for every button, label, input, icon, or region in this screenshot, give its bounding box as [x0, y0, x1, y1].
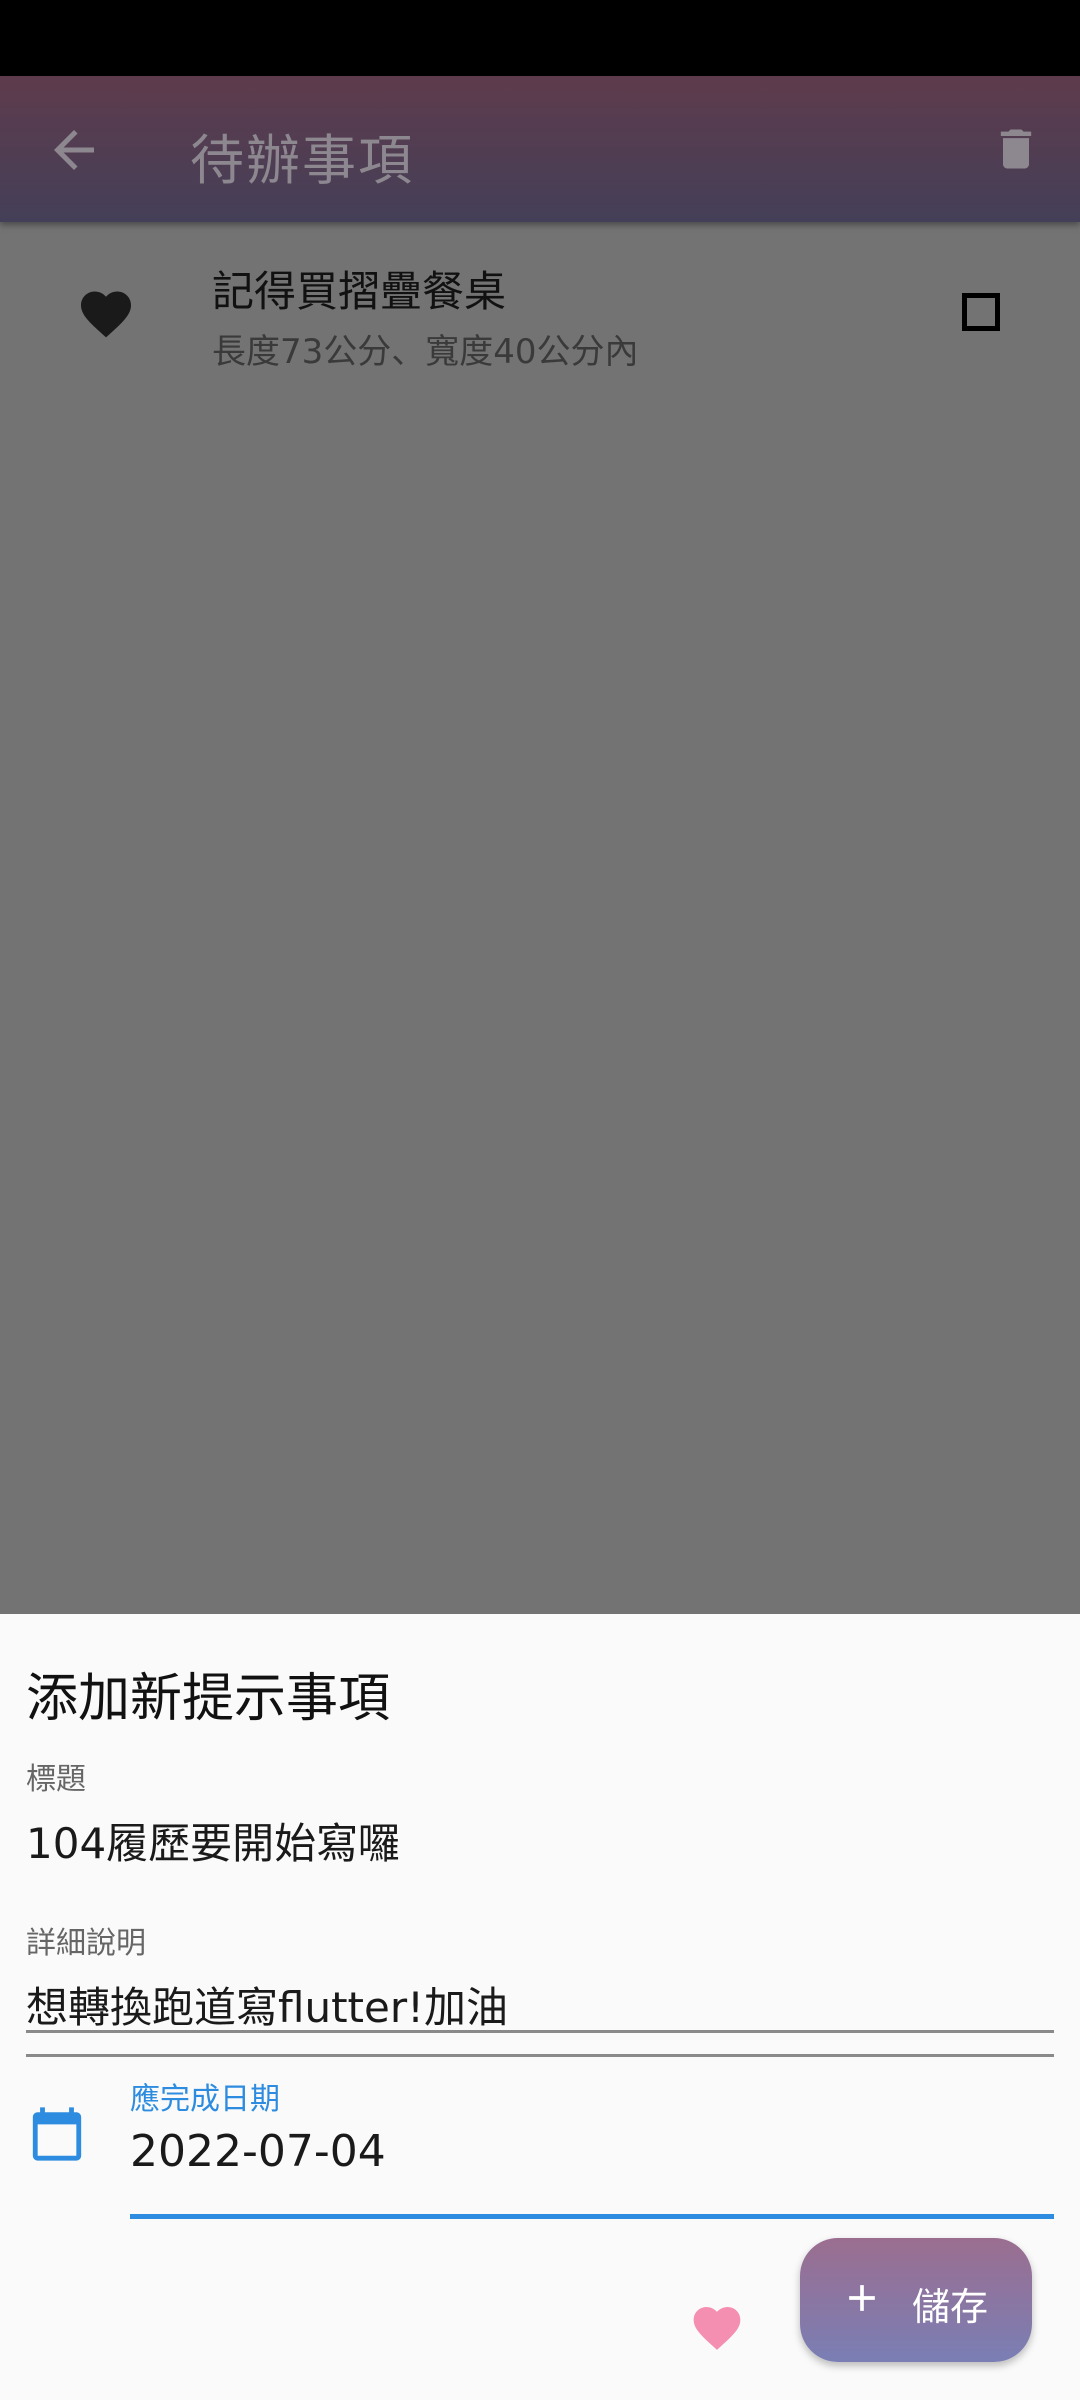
app-bar: 待辦事項 — [0, 76, 1080, 222]
due-date-underline — [130, 2214, 1054, 2219]
detail-field-underline — [26, 2054, 1054, 2057]
back-arrow-icon[interactable] — [44, 120, 104, 180]
title-field[interactable]: 標題 104履歷要開始寫囉 — [26, 1754, 1054, 2033]
detail-field-label: 詳細說明 — [26, 1926, 146, 1961]
plus-icon — [849, 2285, 875, 2311]
todo-checkbox[interactable] — [962, 293, 1000, 331]
todo-item-title: 記得買摺疊餐桌 — [212, 267, 507, 316]
title-field-value[interactable]: 104履歷要開始寫囉 — [26, 1810, 400, 1871]
detail-field[interactable]: 詳細說明 想轉換跑道寫flutter!加油 — [26, 1918, 1054, 2068]
due-date-value[interactable]: 2022-07-04 — [130, 2126, 386, 2177]
todo-item-subtitle: 長度73公分、寬度40公分內 — [212, 332, 639, 372]
status-bar — [0, 0, 1080, 76]
due-date-label: 應完成日期 — [130, 2082, 280, 2117]
detail-field-value[interactable]: 想轉換跑道寫flutter!加油 — [26, 1974, 508, 2035]
sheet-title: 添加新提示事項 — [26, 1669, 391, 1729]
page-title: 待辦事項 — [190, 129, 414, 192]
save-button[interactable]: 儲存 — [800, 2238, 1032, 2362]
heart-icon[interactable] — [76, 284, 136, 344]
todo-list-item[interactable]: 記得買摺疊餐桌 長度73公分、寬度40公分內 — [0, 240, 1080, 390]
save-button-label: 儲存 — [912, 2285, 989, 2329]
add-todo-sheet: 添加新提示事項 標題 104履歷要開始寫囉 詳細說明 想轉換跑道寫flutter… — [0, 1614, 1080, 2400]
trash-icon[interactable] — [990, 119, 1042, 179]
favorite-heart-icon[interactable] — [688, 2300, 746, 2356]
title-field-label: 標題 — [26, 1762, 86, 1797]
calendar-icon[interactable] — [28, 2104, 86, 2164]
due-date-field[interactable]: 應完成日期 2022-07-04 — [130, 2074, 1054, 2234]
